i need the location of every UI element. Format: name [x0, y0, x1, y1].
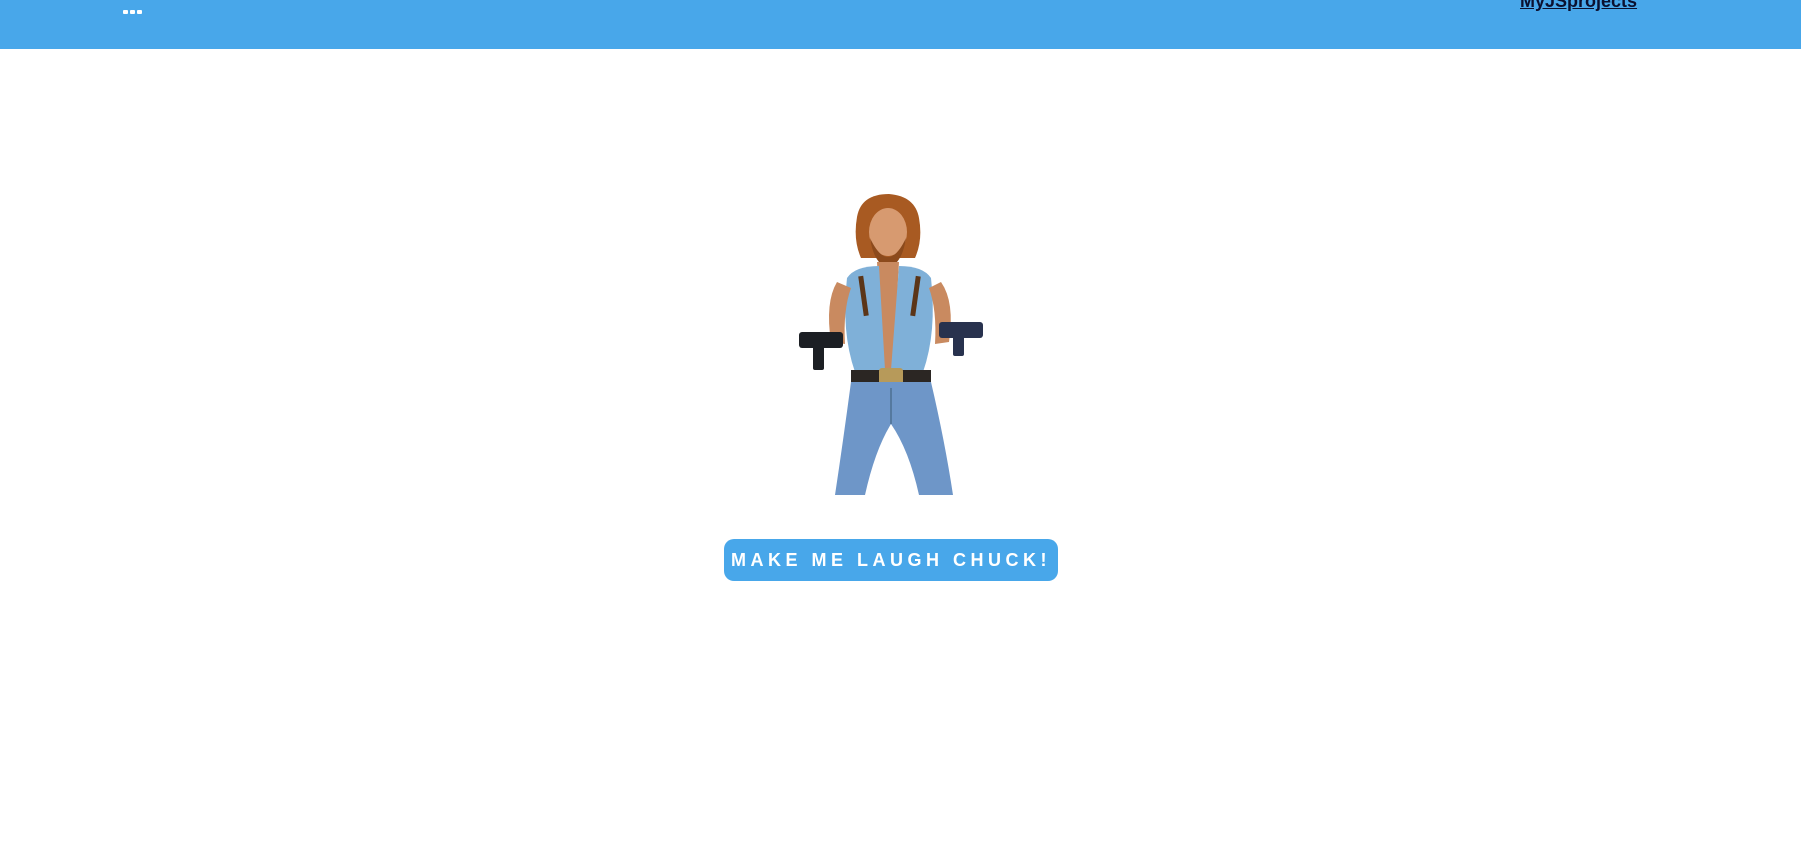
chuck-norris-image [795, 192, 985, 495]
top-bar: MyJSprojects [0, 0, 1801, 49]
make-me-laugh-button[interactable]: MAKE ME LAUGH CHUCK! [724, 539, 1058, 581]
ellipsis-icon[interactable] [123, 0, 145, 16]
myjsprojects-link[interactable]: MyJSprojects [1520, 0, 1637, 11]
